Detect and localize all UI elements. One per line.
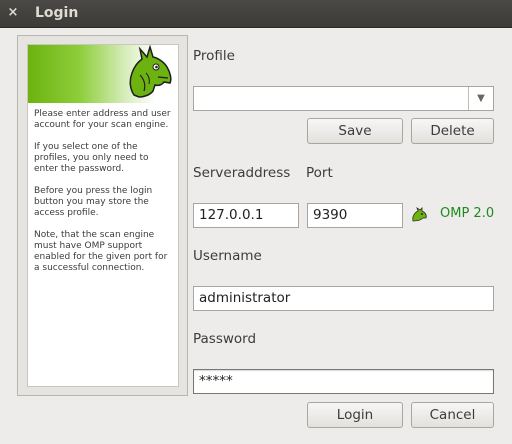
help-panel-inner: Please enter address and user account fo… (27, 44, 179, 387)
login-button[interactable]: Login (307, 402, 403, 428)
cancel-button[interactable]: Cancel (411, 402, 494, 428)
help-paragraph: If you select one of the profiles, you o… (34, 142, 149, 174)
help-panel: Please enter address and user account fo… (17, 35, 188, 396)
title-bar: × Login (0, 0, 512, 28)
help-paragraph: Note, that the scan engine must have OMP… (34, 230, 168, 273)
help-paragraph: Before you press the login button you ma… (34, 186, 153, 218)
omp-status-text: OMP 2.0 (440, 206, 495, 221)
delete-button[interactable]: Delete (411, 118, 494, 144)
save-button[interactable]: Save (307, 118, 403, 144)
serveraddress-input[interactable]: 127.0.0.1 (193, 203, 299, 228)
window-title: Login (35, 5, 79, 21)
close-icon[interactable]: × (5, 5, 21, 21)
port-input[interactable]: 9390 (307, 203, 403, 228)
username-input[interactable]: administrator (193, 286, 494, 311)
port-label: Port (306, 165, 333, 181)
serveraddress-label: Serveraddress (193, 165, 291, 181)
banner (28, 45, 178, 103)
username-label: Username (193, 248, 262, 264)
password-label: Password (193, 331, 257, 347)
dragon-logo-icon (129, 45, 172, 98)
password-input[interactable]: ***** (193, 369, 494, 394)
help-text: Please enter address and user account fo… (34, 109, 174, 285)
profile-combobox[interactable]: ▼ (193, 86, 494, 111)
profile-label: Profile (193, 48, 235, 64)
omp-connection-icon (412, 207, 427, 222)
chevron-down-icon[interactable]: ▼ (468, 87, 493, 110)
help-paragraph: Please enter address and user account fo… (34, 109, 171, 130)
